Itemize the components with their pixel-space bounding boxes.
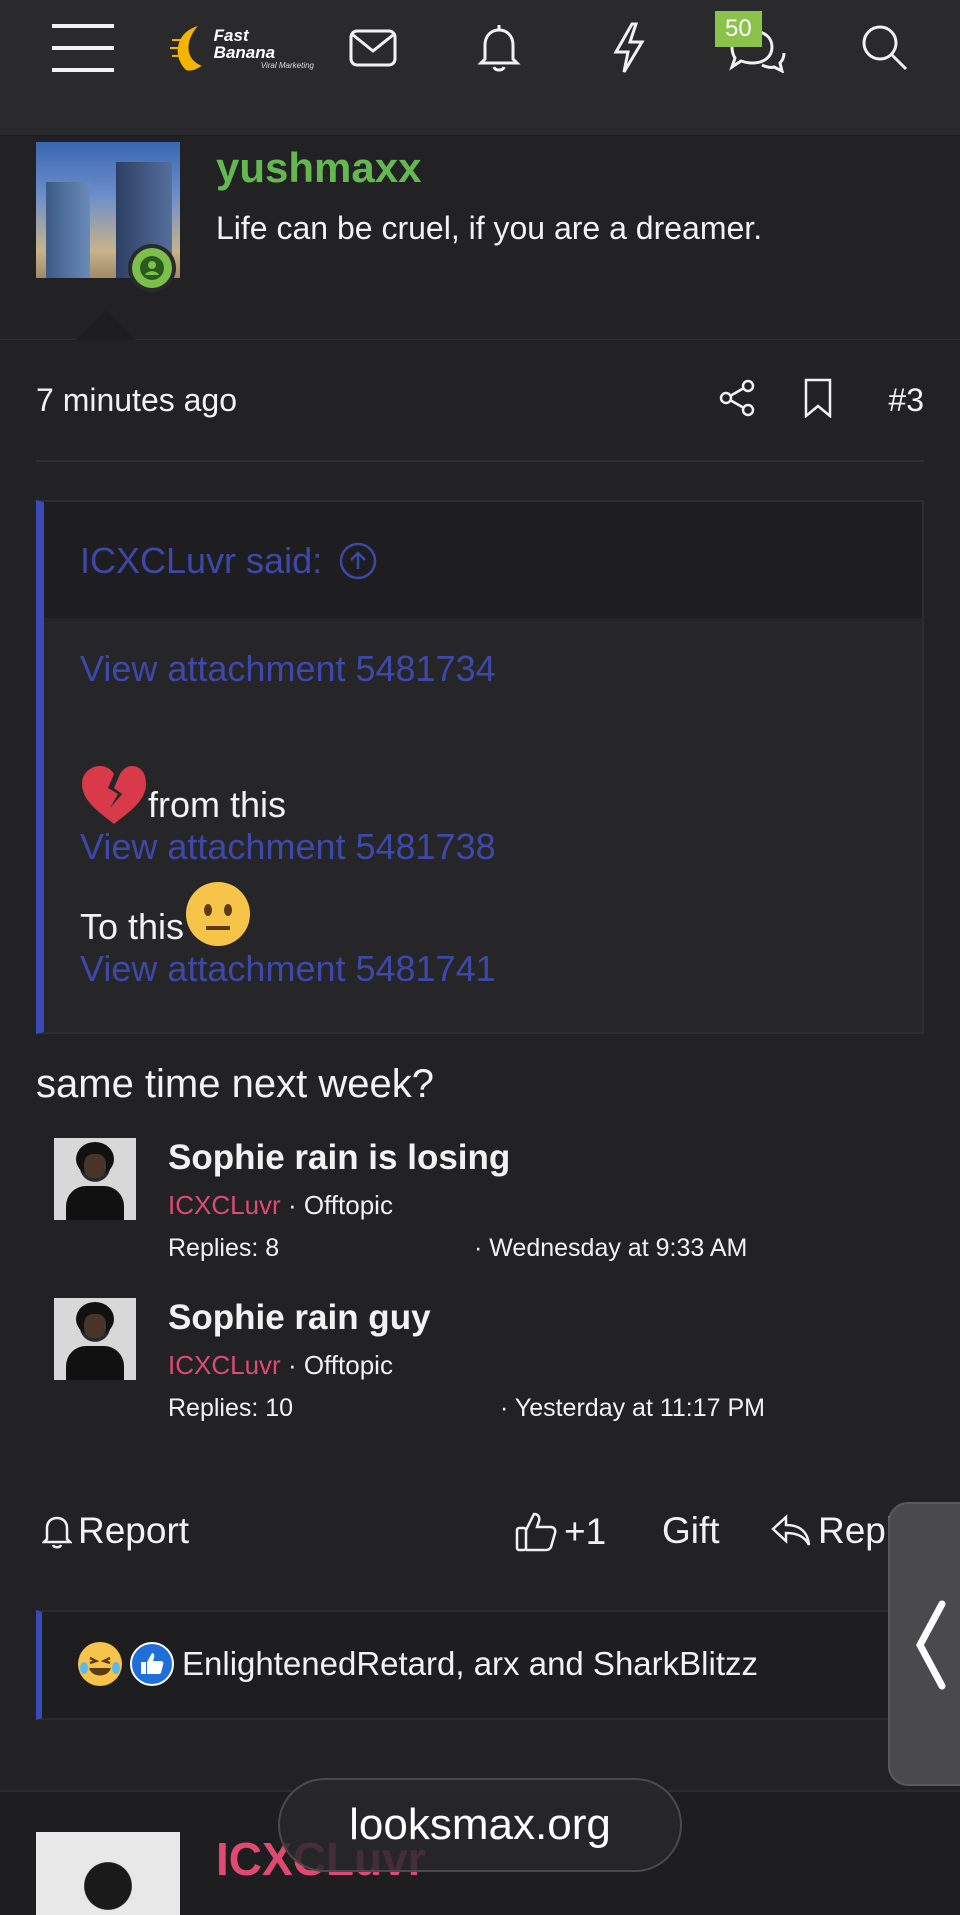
side-drawer-tab[interactable] <box>888 1502 960 1786</box>
alerts-button[interactable] <box>466 0 532 96</box>
thread-title[interactable]: Sophie rain guy <box>168 1298 431 1338</box>
arrow-up-circle-icon <box>339 542 377 580</box>
avatar-face <box>84 1154 106 1178</box>
reaction-users[interactable]: EnlightenedRetard, arx and SharkBlitzz <box>182 1645 758 1683</box>
post-timestamp[interactable]: 7 minutes ago <box>36 382 237 419</box>
separator: · <box>287 1350 304 1380</box>
menu-icon <box>52 24 114 72</box>
attachment-link[interactable]: View attachment 5481741 <box>80 948 892 990</box>
next-post-avatar[interactable] <box>36 1832 180 1915</box>
quote-line: To this <box>80 878 892 948</box>
avatar-body <box>66 1186 124 1220</box>
thread-stats: Replies: 10 · Yesterday at 11:17 PM <box>168 1394 868 1423</box>
thread-forum[interactable]: Offtopic <box>304 1190 393 1220</box>
thread-avatar[interactable] <box>54 1298 136 1380</box>
avatar-face <box>84 1314 106 1338</box>
thumbs-up-graphic <box>141 1653 164 1674</box>
post-actions-bar: Report +1 Gift Reply <box>36 1500 924 1570</box>
attachment-link[interactable]: View attachment 5481738 <box>80 826 892 878</box>
post-number-link[interactable]: #3 <box>888 382 924 419</box>
thread-forum[interactable]: Offtopic <box>304 1350 393 1380</box>
post-meta-bar: 7 minutes ago #3 <box>36 370 924 462</box>
quote-author-link[interactable]: ICXCLuvr said: <box>80 540 378 582</box>
search-icon <box>862 25 908 71</box>
bookmark-icon <box>804 378 832 419</box>
thread-date-wrap: · Wednesday at 9:33 AM <box>474 1234 748 1262</box>
thread-date: Yesterday at 11:17 PM <box>514 1394 765 1422</box>
logo-text: Fast Banana <box>213 25 276 62</box>
separator: · <box>287 1190 304 1220</box>
mail-icon <box>349 29 397 67</box>
avatar-body <box>66 1346 124 1380</box>
gift-label: Gift <box>662 1510 720 1551</box>
user-title: Life can be cruel, if you are a dreamer. <box>216 210 763 246</box>
quote-body: View attachment 5481734 from this View a… <box>80 648 892 990</box>
quote-block: ICXCLuvr said: View attachment 5481734 f… <box>36 500 924 1034</box>
menu-button[interactable] <box>40 0 126 96</box>
thread-date-wrap: · Yesterday at 11:17 PM <box>500 1394 765 1422</box>
top-navigation-bar: Fast Banana Viral Marketing 50 <box>0 0 960 136</box>
quote-line: from this <box>80 760 892 826</box>
chevron-left-icon <box>916 1600 946 1690</box>
similar-thread-item[interactable]: Sophie rain is losing ICXCLuvr · Offtopi… <box>54 1138 914 1278</box>
share-icon <box>719 379 755 417</box>
thread-byline: ICXCLuvr · Offtopic <box>168 1190 393 1221</box>
similar-thread-item[interactable]: Sophie rain guy ICXCLuvr · Offtopic Repl… <box>54 1298 914 1438</box>
thread-author[interactable]: ICXCLuvr <box>168 1350 281 1380</box>
quote-author-label: ICXCLuvr said: <box>80 540 323 581</box>
thumbs-up-icon <box>515 1512 557 1552</box>
share-button[interactable] <box>718 378 758 423</box>
thread-author[interactable]: ICXCLuvr <box>168 1190 281 1220</box>
thread-replies: Replies: 10 <box>168 1394 294 1422</box>
thread-date: Wednesday at 9:33 AM <box>489 1234 748 1262</box>
attachment-link[interactable]: View attachment 5481734 <box>80 648 892 760</box>
user-icon <box>140 256 164 280</box>
like-button[interactable]: +1 <box>514 1510 606 1554</box>
bell-icon <box>42 1516 72 1549</box>
search-button[interactable] <box>852 0 918 96</box>
reactions-bar[interactable]: EnlightenedRetard, arx and SharkBlitzz <box>36 1610 936 1720</box>
logo-mark: Fast Banana Viral Marketing <box>168 22 314 74</box>
report-button[interactable]: Report <box>42 1510 189 1552</box>
neutral-face-icon <box>186 882 251 946</box>
thread-byline: ICXCLuvr · Offtopic <box>168 1350 393 1381</box>
thread-avatar[interactable] <box>54 1138 136 1220</box>
reply-arrow-icon <box>771 1514 811 1546</box>
site-logo[interactable]: Fast Banana Viral Marketing <box>168 0 314 96</box>
inbox-button[interactable] <box>340 0 406 96</box>
broken-heart-icon <box>82 766 146 824</box>
laugh-face-graphic <box>80 1644 120 1684</box>
quote-text-1: from this <box>148 784 287 825</box>
whats-new-button[interactable] <box>596 0 662 96</box>
banana-icon <box>169 26 202 71</box>
post-body-text: same time next week? <box>36 1062 434 1106</box>
like-count: +1 <box>564 1511 607 1552</box>
thread-replies: Replies: 8 <box>168 1234 280 1262</box>
laughing-crying-icon <box>78 1642 122 1686</box>
post-username[interactable]: yushmaxx <box>216 144 421 192</box>
report-label: Report <box>78 1510 190 1551</box>
quote-text-2: To this <box>80 906 185 947</box>
bookmark-button[interactable] <box>802 378 834 423</box>
post-author-header: yushmaxx Life can be cruel, if you are a… <box>0 136 960 340</box>
thread-title[interactable]: Sophie rain is losing <box>168 1138 510 1178</box>
message-pointer <box>76 310 136 340</box>
gift-button[interactable]: Gift <box>662 1510 720 1552</box>
bell-icon <box>477 25 521 72</box>
reactions-summary: EnlightenedRetard, arx and SharkBlitzz <box>78 1642 758 1686</box>
online-status-indicator <box>132 248 172 288</box>
like-reaction-icon <box>130 1642 174 1686</box>
logo-subtext: Viral Marketing <box>260 60 314 70</box>
avatar-building-left <box>46 182 90 278</box>
bolt-icon <box>613 22 645 73</box>
online-status-icon <box>128 244 176 292</box>
browser-url-pill[interactable]: looksmax.org <box>278 1778 682 1872</box>
chat-count-badge: 50 <box>715 11 762 47</box>
thread-stats: Replies: 8 · Wednesday at 9:33 AM <box>168 1234 868 1263</box>
quote-header: ICXCLuvr said: <box>44 502 922 618</box>
